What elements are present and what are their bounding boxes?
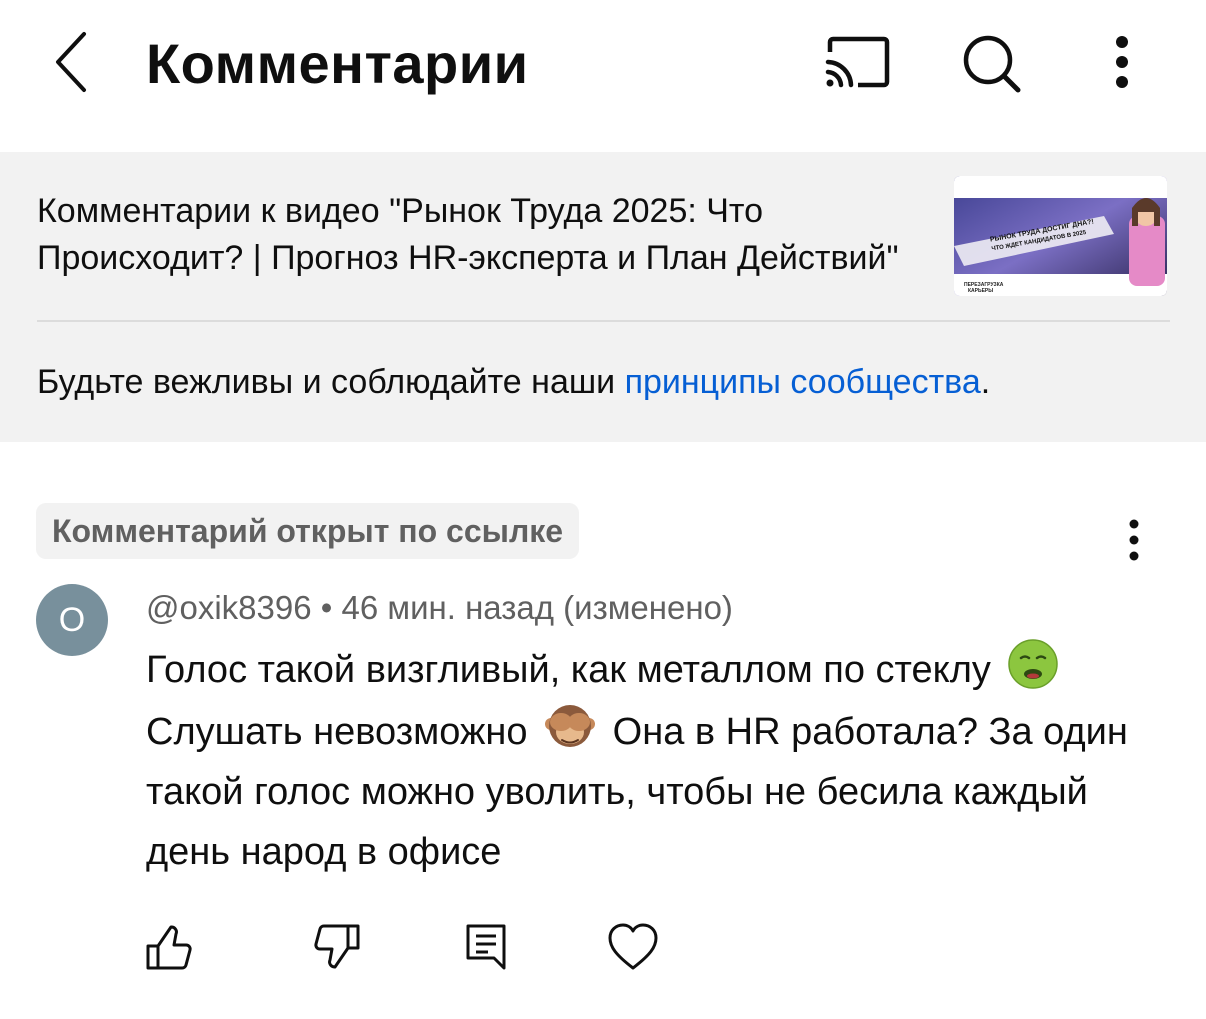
cast-button[interactable]	[822, 32, 894, 92]
thumbnail-caption-2: КАРЬЕРЫ	[968, 288, 993, 294]
community-rules-notice: Будьте вежливы и соблюдайте наши принцип…	[37, 358, 990, 406]
app-header: Комментарии	[0, 0, 1206, 152]
comment-text-part-1: Голос такой визгливый, как металлом по с…	[146, 649, 991, 691]
comment-text: Голос такой визгливый, как металлом по с…	[146, 638, 1156, 882]
rules-prefix: Будьте вежливы и соблюдайте наши	[37, 363, 625, 401]
comment-time: 46 мин. назад (изменено)	[341, 589, 733, 626]
meta-separator: •	[320, 589, 333, 626]
panel-divider	[37, 320, 1170, 322]
video-thumbnail[interactable]: РЫНОК ТРУДА ДОСТИГ ДНА?! ЧТО ЖДЕТ КАНДИД…	[954, 176, 1167, 296]
thumb-down-icon	[314, 924, 360, 969]
avatar[interactable]: O	[36, 584, 108, 656]
more-vert-icon	[1116, 36, 1128, 88]
back-button[interactable]	[44, 26, 100, 98]
nauseated-face-icon	[1007, 638, 1059, 690]
search-icon	[963, 35, 1021, 93]
video-title[interactable]: Комментарии к видео "Рынок Труда 2025: Ч…	[37, 188, 937, 282]
more-vert-icon	[1129, 519, 1139, 561]
heart-icon	[608, 923, 658, 970]
community-guidelines-link[interactable]: принципы сообщества	[625, 363, 981, 401]
highlighted-comment-chip: Комментарий открыт по ссылке	[36, 503, 580, 559]
heart-button[interactable]	[606, 920, 660, 974]
reply-icon	[466, 924, 506, 970]
dislike-button[interactable]	[312, 920, 362, 974]
reply-button[interactable]	[464, 920, 510, 974]
see-no-evil-monkey-icon	[544, 700, 596, 752]
chevron-left-icon	[56, 32, 86, 92]
comment-author[interactable]: @oxik8396	[146, 589, 312, 626]
rules-suffix: .	[980, 363, 991, 401]
comment-meta: @oxik8396 • 46 мин. назад (изменено)	[146, 585, 733, 631]
comment-options-button[interactable]	[1114, 512, 1154, 568]
comment-text-part-2: Слушать невозможно	[146, 711, 528, 753]
more-options-button[interactable]	[1104, 34, 1140, 92]
cast-icon	[825, 36, 890, 88]
like-button[interactable]	[144, 920, 194, 974]
thumbnail-image: РЫНОК ТРУДА ДОСТИГ ДНА?! ЧТО ЖДЕТ КАНДИД…	[954, 176, 1167, 296]
search-button[interactable]	[956, 30, 1026, 96]
thumb-up-icon	[146, 925, 192, 970]
page-title: Комментарии	[146, 32, 529, 95]
